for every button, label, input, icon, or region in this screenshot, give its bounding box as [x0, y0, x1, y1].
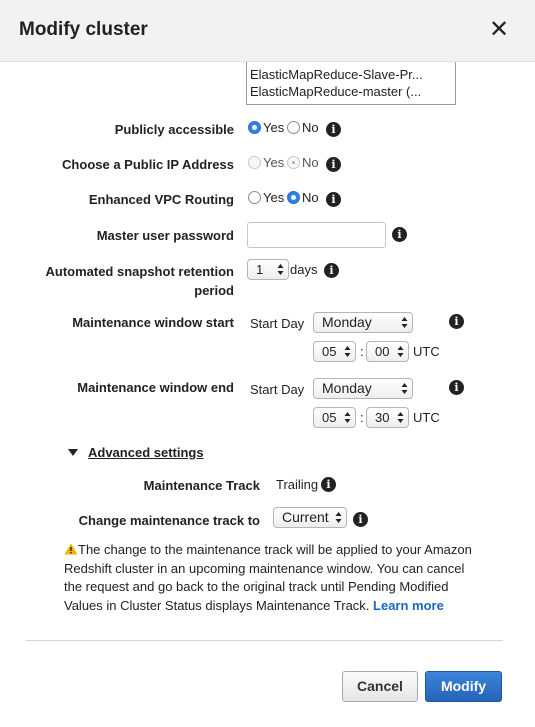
close-icon[interactable]: ✕: [489, 18, 509, 42]
radio-icon[interactable]: [287, 191, 300, 204]
select-arrows-icon: [344, 412, 351, 423]
snapshot-retention-unit: days: [290, 262, 318, 277]
maintenance-start-day-select[interactable]: Monday: [313, 312, 413, 333]
advanced-settings-toggle[interactable]: Advanced settings: [88, 445, 204, 460]
timezone-label: UTC: [413, 344, 440, 359]
public-ip-no: No: [287, 154, 319, 171]
modify-button[interactable]: Modify: [425, 671, 502, 702]
master-password-input[interactable]: [247, 222, 386, 248]
footer-divider: [26, 640, 503, 641]
list-item[interactable]: ElasticMapReduce-Slave-Pr...: [250, 66, 452, 83]
info-icon[interactable]: i: [392, 227, 407, 242]
select-arrows-icon: [401, 317, 408, 328]
select-arrows-icon: [344, 346, 351, 357]
time-separator: :: [360, 344, 364, 359]
timezone-label: UTC: [413, 410, 440, 425]
info-icon[interactable]: i: [326, 122, 341, 137]
info-icon[interactable]: i: [449, 380, 464, 395]
maintenance-start-hour-select[interactable]: 05: [313, 341, 356, 362]
maintenance-track-label: Maintenance Track: [143, 478, 260, 493]
snapshot-retention-label-line2: period: [194, 283, 234, 298]
publicly-accessible-label: Publicly accessible: [114, 122, 234, 137]
dialog-header: Modify cluster ✕: [0, 0, 535, 62]
select-arrows-icon: [397, 412, 404, 423]
change-track-select[interactable]: Current: [273, 507, 347, 528]
radio-icon[interactable]: [248, 121, 261, 134]
start-day-label: Start Day: [250, 316, 305, 331]
collapse-triangle-icon[interactable]: [68, 449, 78, 456]
info-icon[interactable]: i: [321, 477, 336, 492]
select-arrows-icon: [397, 346, 404, 357]
maintenance-track-value: Trailing: [276, 477, 319, 492]
radio-icon: [248, 156, 261, 169]
maintenance-end-hour-select[interactable]: 05: [313, 407, 356, 428]
info-icon[interactable]: i: [449, 314, 464, 329]
change-track-label: Change maintenance track to: [78, 513, 260, 528]
select-arrows-icon: [335, 512, 342, 523]
public-ip-label: Choose a Public IP Address: [62, 157, 234, 172]
maintenance-track-note: The change to the maintenance track will…: [64, 541, 484, 615]
info-icon[interactable]: i: [326, 192, 341, 207]
snapshot-retention-label-line1: Automated snapshot retention: [45, 264, 234, 279]
info-icon[interactable]: i: [324, 263, 339, 278]
cancel-button[interactable]: Cancel: [342, 671, 418, 702]
public-ip-yes: Yes: [248, 154, 284, 171]
radio-icon[interactable]: [287, 121, 300, 134]
enhanced-vpc-yes[interactable]: Yes: [248, 189, 284, 206]
publicly-accessible-no[interactable]: No: [287, 119, 319, 136]
snapshot-retention-stepper[interactable]: 1: [247, 259, 289, 280]
warning-icon: [64, 543, 78, 555]
info-icon[interactable]: i: [353, 512, 368, 527]
enhanced-vpc-label: Enhanced VPC Routing: [88, 192, 234, 207]
select-arrows-icon: [401, 383, 408, 394]
dialog-title: Modify cluster: [19, 19, 148, 40]
maintenance-end-label: Maintenance window end: [77, 380, 234, 395]
radio-icon[interactable]: [248, 191, 261, 204]
master-password-label: Master user password: [96, 228, 234, 243]
end-day-label: Start Day: [250, 382, 305, 397]
maintenance-start-minute-select[interactable]: 00: [366, 341, 409, 362]
time-separator: :: [360, 410, 364, 425]
learn-more-link[interactable]: Learn more: [373, 598, 444, 613]
maintenance-end-minute-select[interactable]: 30: [366, 407, 409, 428]
info-icon[interactable]: i: [326, 157, 341, 172]
maintenance-end-day-select[interactable]: Monday: [313, 378, 413, 399]
list-item[interactable]: ElasticMapReduce-master (...: [250, 83, 452, 100]
publicly-accessible-yes[interactable]: Yes: [248, 119, 284, 136]
radio-icon: [287, 156, 300, 169]
maintenance-start-label: Maintenance window start: [72, 315, 234, 330]
security-groups-list[interactable]: ElasticMapReduce-Slave-Pr... ElasticMapR…: [246, 62, 456, 105]
enhanced-vpc-no[interactable]: No: [287, 189, 319, 206]
stepper-arrows-icon: [277, 264, 284, 275]
